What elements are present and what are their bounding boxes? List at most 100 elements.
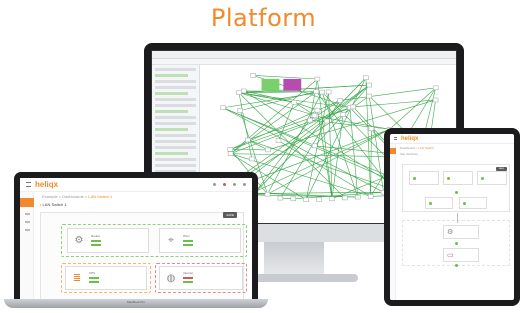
topology-node[interactable] <box>227 151 234 156</box>
topology-node[interactable] <box>303 197 309 202</box>
dashboard-tab[interactable]: ▪ LAN Switch 1 <box>40 202 67 207</box>
sidebar-item[interactable] <box>25 213 30 215</box>
tree-row[interactable] <box>155 128 188 131</box>
topology-node[interactable] <box>324 118 330 124</box>
topology-node[interactable] <box>241 88 247 94</box>
topology-node[interactable] <box>316 197 322 202</box>
topology-node[interactable] <box>265 147 271 153</box>
topology-node[interactable] <box>237 108 243 113</box>
topology-node[interactable] <box>307 117 313 123</box>
topology-node[interactable] <box>314 107 321 113</box>
topology-node[interactable] <box>313 89 320 94</box>
sidebar-item[interactable] <box>25 229 30 231</box>
device-tile[interactable] <box>459 197 487 209</box>
tree-row[interactable] <box>155 110 188 113</box>
device-name: WLC <box>183 233 190 238</box>
topology-node[interactable] <box>329 196 335 202</box>
device-card-wlc[interactable]: ⌖ WLC <box>159 228 241 253</box>
topology-node[interactable] <box>366 82 372 88</box>
topology-highlight-node[interactable] <box>283 78 302 91</box>
tree-row[interactable] <box>155 80 196 83</box>
topology-node[interactable] <box>311 143 318 149</box>
topology-node[interactable] <box>275 138 282 143</box>
topology-node[interactable] <box>350 104 356 110</box>
topology-link <box>280 120 328 199</box>
tablet-app-header: heliqx <box>390 134 514 144</box>
topology-node[interactable] <box>337 98 343 103</box>
topology-node[interactable] <box>314 76 321 82</box>
topology-node[interactable] <box>325 89 332 95</box>
monitor-window-titlebar <box>152 51 456 59</box>
tree-row[interactable] <box>155 158 196 161</box>
topology-node[interactable] <box>366 93 372 99</box>
tree-row[interactable] <box>155 92 188 95</box>
tree-row[interactable] <box>155 152 188 155</box>
topology-highlight-node[interactable] <box>261 78 280 91</box>
topology-node[interactable] <box>249 156 255 162</box>
globe-icon: ◍ <box>166 272 176 284</box>
laptop-screen: heliqx Example > Dashboards > LAN Switch… <box>20 178 252 300</box>
topology-node[interactable] <box>291 99 298 105</box>
tree-row[interactable] <box>155 98 196 101</box>
topology-node[interactable] <box>311 112 318 118</box>
device-card-ups[interactable]: ≣ UPS <box>65 266 147 290</box>
topology-node[interactable] <box>342 195 348 201</box>
tree-row[interactable] <box>155 134 196 137</box>
sidebar-item-dashboards[interactable] <box>20 198 34 207</box>
topology-node[interactable] <box>264 191 271 197</box>
chart-icon: ▪ <box>40 202 42 207</box>
topology-node[interactable] <box>355 194 361 200</box>
tree-row[interactable] <box>155 164 196 167</box>
laptop-base: MacBook Pro <box>4 299 268 308</box>
topology-node[interactable] <box>432 97 439 103</box>
search-icon[interactable] <box>213 183 216 186</box>
topology-node[interactable] <box>340 112 346 117</box>
menu-icon[interactable] <box>26 182 31 187</box>
laptop-brand-label: MacBook Pro <box>126 300 145 304</box>
breadcrumb-prefix[interactable]: Dashboard > <box>400 146 417 150</box>
topology-node[interactable] <box>220 105 226 110</box>
tree-row[interactable] <box>155 146 196 149</box>
topology-node[interactable] <box>363 75 369 81</box>
topology-node[interactable] <box>236 90 242 95</box>
site-card: ⚙ ▭ <box>402 213 510 267</box>
laptop-sidebar <box>20 192 34 300</box>
gear-icon: ⚙ <box>74 235 84 246</box>
alert-icon[interactable] <box>223 183 226 186</box>
device-card-router[interactable]: ⚙ Router <box>67 228 149 253</box>
menu-icon[interactable] <box>394 137 397 140</box>
topology-node[interactable] <box>245 137 251 143</box>
crosshair-icon: ⌖ <box>168 235 174 246</box>
sidebar-item[interactable] <box>25 221 30 223</box>
tablet-sidebar <box>390 144 396 300</box>
topology-node[interactable] <box>290 196 297 202</box>
tree-row[interactable] <box>155 122 196 125</box>
device-tile[interactable] <box>477 171 507 185</box>
topology-node[interactable] <box>250 73 256 78</box>
device-tile[interactable] <box>425 197 453 209</box>
save-button[interactable]: SAVE <box>223 212 237 218</box>
topology-node[interactable] <box>432 85 439 91</box>
topology-node[interactable] <box>277 195 284 201</box>
breadcrumb-prefix[interactable]: Example > Dashboards > <box>42 194 87 199</box>
device-tile[interactable] <box>443 171 473 185</box>
user-icon[interactable] <box>243 183 246 186</box>
tree-row[interactable] <box>155 68 196 71</box>
device-tile[interactable]: ▭ <box>443 248 479 262</box>
topology-node[interactable] <box>367 194 374 199</box>
help-icon[interactable] <box>233 183 236 186</box>
device-card-internet[interactable]: ◍ Internet <box>159 266 243 290</box>
layers-icon: ≣ <box>72 272 82 284</box>
tree-row[interactable] <box>155 86 196 89</box>
topology-node[interactable] <box>368 126 375 131</box>
tree-row[interactable] <box>155 104 196 107</box>
tree-row[interactable] <box>155 74 188 77</box>
device-tile[interactable]: ⚙ <box>443 225 479 239</box>
topology-node[interactable] <box>227 147 234 152</box>
tree-row[interactable] <box>155 116 196 119</box>
laptop: heliqx Example > Dashboards > LAN Switch… <box>14 172 258 300</box>
sidebar-item-dashboards[interactable] <box>390 148 396 154</box>
topology-node[interactable] <box>319 89 325 95</box>
device-tile[interactable] <box>409 171 439 185</box>
tree-row[interactable] <box>155 140 196 143</box>
